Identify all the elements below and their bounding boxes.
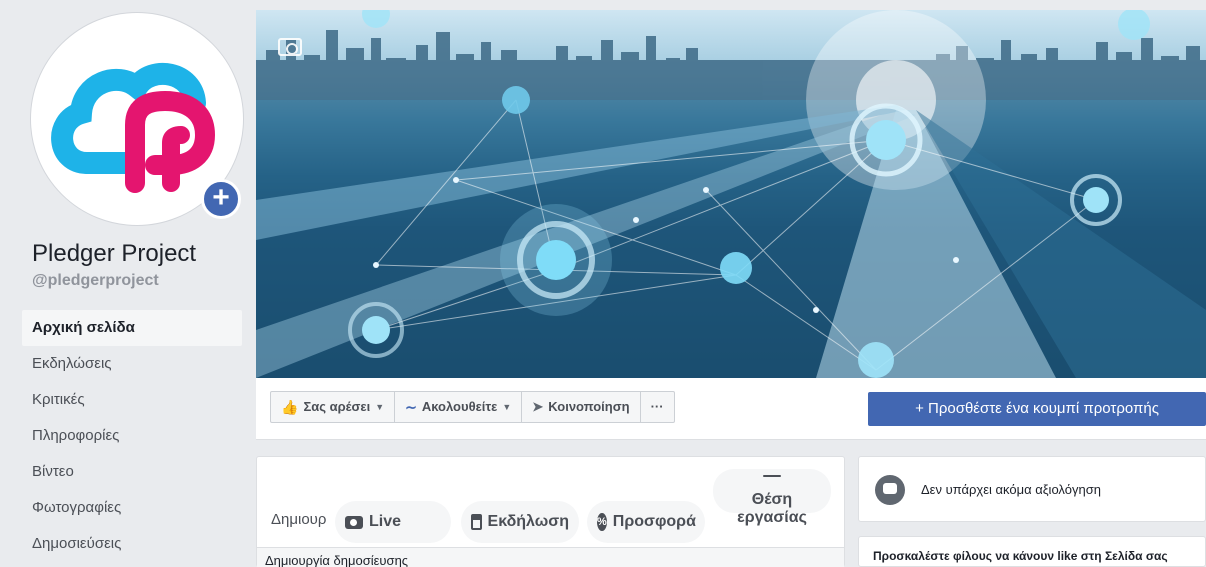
nav-item-photos[interactable]: Φωτογραφίες (22, 490, 242, 526)
page-handle[interactable]: @pledgerproject (32, 272, 159, 290)
like-button[interactable]: 👍 Σας αρέσει ▼ (271, 392, 396, 422)
live-label: Live (369, 513, 402, 530)
page-title: Pledger Project (32, 240, 197, 267)
invite-friends-card: Προσκαλέστε φίλους να κάνουν like στη Σε… (858, 536, 1206, 567)
chevron-down-icon: ▼ (375, 402, 385, 412)
offer-label: Προσφορά (612, 513, 696, 530)
pledger-logo (51, 63, 216, 193)
create-post-label: Δημιουργία δημοσίευσης (265, 553, 409, 567)
job-label-line1: Θέση (751, 491, 793, 508)
follow-label: Ακολουθείτε (421, 399, 498, 414)
cover-image (256, 10, 1206, 378)
briefcase-icon (763, 475, 781, 477)
reviews-card: Δεν υπάρχει ακόμα αξιολόγηση (858, 456, 1206, 522)
chevron-down-icon: ▼ (502, 402, 512, 412)
cover-photo[interactable] (256, 10, 1206, 378)
thumbs-up-icon: 👍 (281, 399, 299, 415)
add-photo-button[interactable]: + (201, 179, 241, 219)
page-action-bar: 👍 Σας αρέσει ▼ ∼ Ακολουθείτε ▼ ➤ Κοινοπο… (256, 378, 1206, 440)
job-label-line2: εργασίας (737, 509, 807, 526)
create-post-header[interactable]: Δημιουργία δημοσίευσης (257, 547, 844, 567)
no-reviews-text: Δεν υπάρχει ακόμα αξιολόγηση (921, 482, 1101, 497)
more-button[interactable]: ··· (641, 392, 674, 422)
share-button[interactable]: ➤ Κοινοποίηση (522, 392, 641, 422)
percent-tag-icon: % (597, 513, 607, 531)
add-cta-button[interactable]: + Προσθέστε ένα κουμπί προτροπής (868, 392, 1206, 426)
invite-friends-heading: Προσκαλέστε φίλους να κάνουν like στη Σε… (873, 549, 1168, 563)
nav-item-events[interactable]: Εκδηλώσεις (22, 346, 242, 382)
event-button[interactable]: Εκδήλωση (461, 501, 579, 543)
page-nav: Αρχική σελίδα Εκδηλώσεις Κριτικές Πληροφ… (22, 310, 242, 562)
share-label: Κοινοποίηση (548, 399, 630, 414)
nav-item-about[interactable]: Πληροφορίες (22, 418, 242, 454)
more-icon: ··· (650, 399, 664, 414)
action-button-group: 👍 Σας αρέσει ▼ ∼ Ακολουθείτε ▼ ➤ Κοινοπο… (270, 391, 675, 423)
nav-item-reviews[interactable]: Κριτικές (22, 382, 242, 418)
video-camera-icon (345, 515, 363, 529)
event-label: Εκδήλωση (487, 513, 569, 530)
composer-label: Δημιουρ (271, 511, 327, 528)
profile-avatar[interactable]: + (30, 12, 244, 226)
nav-item-posts[interactable]: Δημοσιεύσεις (22, 526, 242, 562)
nav-item-videos[interactable]: Βίντεο (22, 454, 242, 490)
page-sidebar: + Pledger Project @pledgerproject Αρχική… (22, 8, 246, 567)
speech-bubble-icon (875, 475, 905, 505)
rss-icon: ∼ (405, 399, 417, 415)
follow-button[interactable]: ∼ Ακολουθείτε ▼ (395, 392, 523, 422)
job-label: Θέση εργασίας (737, 491, 807, 527)
job-button[interactable]: Θέση εργασίας (713, 469, 831, 526)
calendar-icon (471, 514, 482, 530)
share-arrow-icon: ➤ (532, 399, 544, 414)
offer-button[interactable]: % Προσφορά (587, 501, 705, 543)
live-button[interactable]: Live (335, 501, 451, 543)
like-label: Σας αρέσει (303, 399, 371, 414)
nav-item-home[interactable]: Αρχική σελίδα (22, 310, 242, 346)
post-composer: Δημιουρ Live Εκδήλωση % Προσφορά Θέση ερ… (256, 456, 845, 567)
camera-icon[interactable] (278, 38, 302, 56)
